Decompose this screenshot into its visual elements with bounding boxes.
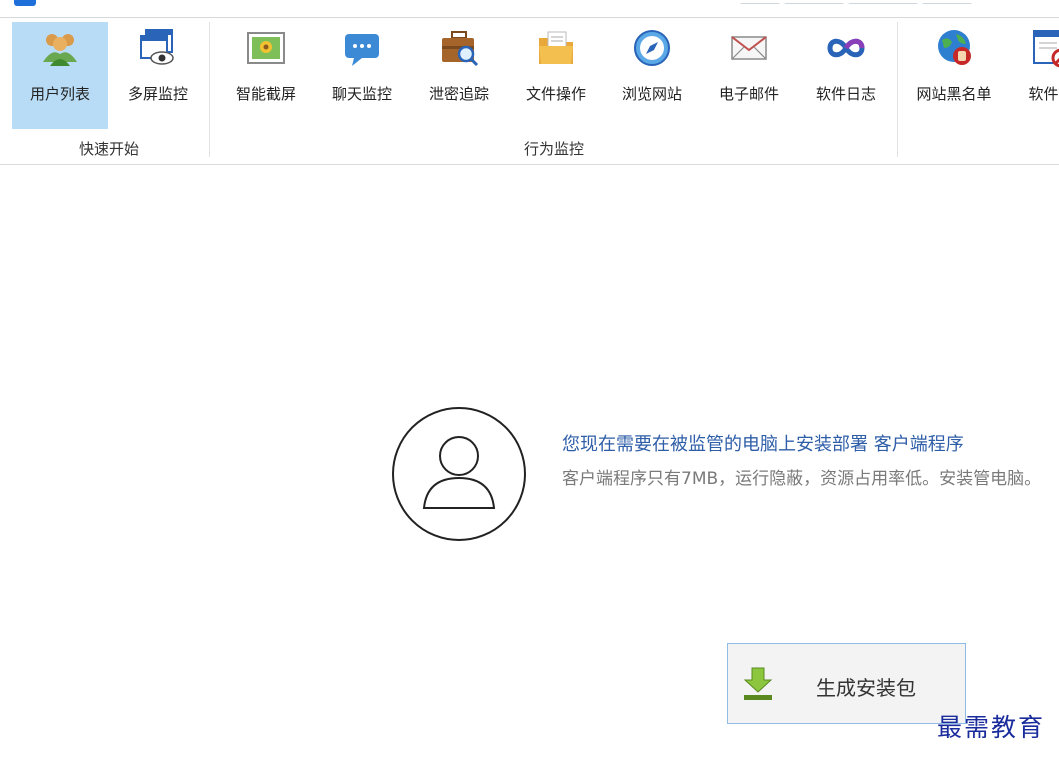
- software-log-button[interactable]: 软件日志: [798, 22, 894, 129]
- chat-monitor-label: 聊天监控: [331, 85, 392, 103]
- install-prompt-description: 客户端程序只有7MB，运行隐蔽，资源占用率低。安装管电脑。: [562, 469, 1042, 489]
- multi-screen-icon: [140, 29, 174, 65]
- window-title-fragment: [740, 0, 980, 4]
- multi-screen-label: 多屏监控: [127, 85, 188, 103]
- watermark-text: 最需教育: [937, 713, 1046, 742]
- globe-block-icon: [938, 30, 971, 65]
- download-icon: [743, 667, 773, 700]
- software-block-icon: [1033, 30, 1059, 68]
- leak-tracking-button[interactable]: 泄密追踪: [411, 22, 507, 129]
- file-operations-label: 文件操作: [525, 85, 586, 103]
- generate-installer-label: 生成安装包: [816, 676, 916, 700]
- chat-monitor-button[interactable]: 聊天监控: [314, 22, 410, 129]
- title-bar: [0, 0, 1059, 18]
- multi-screen-button[interactable]: 多屏监控: [110, 22, 206, 129]
- browse-websites-button[interactable]: 浏览网站: [604, 22, 700, 129]
- ribbon-toolbar: 用户列表 多屏监控 智能截屏 聊天监控 泄密追踪 文件操作 浏览网站 电子邮件 …: [0, 18, 1059, 165]
- leak-tracking-icon: [442, 31, 479, 67]
- group-label-quick-start: 快速开始: [78, 140, 139, 158]
- chat-icon: [345, 34, 379, 66]
- email-label: 电子邮件: [718, 85, 779, 103]
- install-prompt-title: 您现在需要在被监管的电脑上安装部署 客户端程序: [562, 434, 964, 455]
- group-label-behavior-monitoring: 行为监控: [523, 140, 584, 158]
- software-blacklist-label: 软件黑: [1028, 85, 1059, 103]
- users-icon: [43, 34, 77, 66]
- group-divider: [209, 22, 210, 157]
- software-blacklist-button[interactable]: 软件黑: [1003, 22, 1059, 129]
- software-log-label: 软件日志: [815, 85, 876, 103]
- app-logo-icon: [14, 0, 36, 6]
- user-avatar-icon: [392, 407, 526, 541]
- file-operations-button[interactable]: 文件操作: [508, 22, 604, 129]
- screenshot-icon: [247, 32, 285, 64]
- compass-icon: [634, 30, 670, 66]
- user-list-button[interactable]: 用户列表: [12, 22, 108, 129]
- person-icon: [422, 436, 496, 509]
- website-blacklist-label: 网站黑名单: [916, 85, 992, 103]
- browse-websites-label: 浏览网站: [621, 85, 682, 103]
- generate-installer-button[interactable]: 生成安装包: [727, 643, 966, 724]
- infinity-icon: [827, 38, 865, 58]
- group-divider: [897, 22, 898, 157]
- email-button[interactable]: 电子邮件: [701, 22, 797, 129]
- screenshot-label: 智能截屏: [235, 85, 296, 103]
- website-blacklist-button[interactable]: 网站黑名单: [906, 22, 1002, 129]
- mail-icon: [731, 36, 767, 60]
- screenshot-button[interactable]: 智能截屏: [218, 22, 314, 129]
- folder-icon: [539, 31, 573, 64]
- leak-tracking-label: 泄密追踪: [428, 85, 489, 103]
- user-list-label: 用户列表: [29, 85, 90, 103]
